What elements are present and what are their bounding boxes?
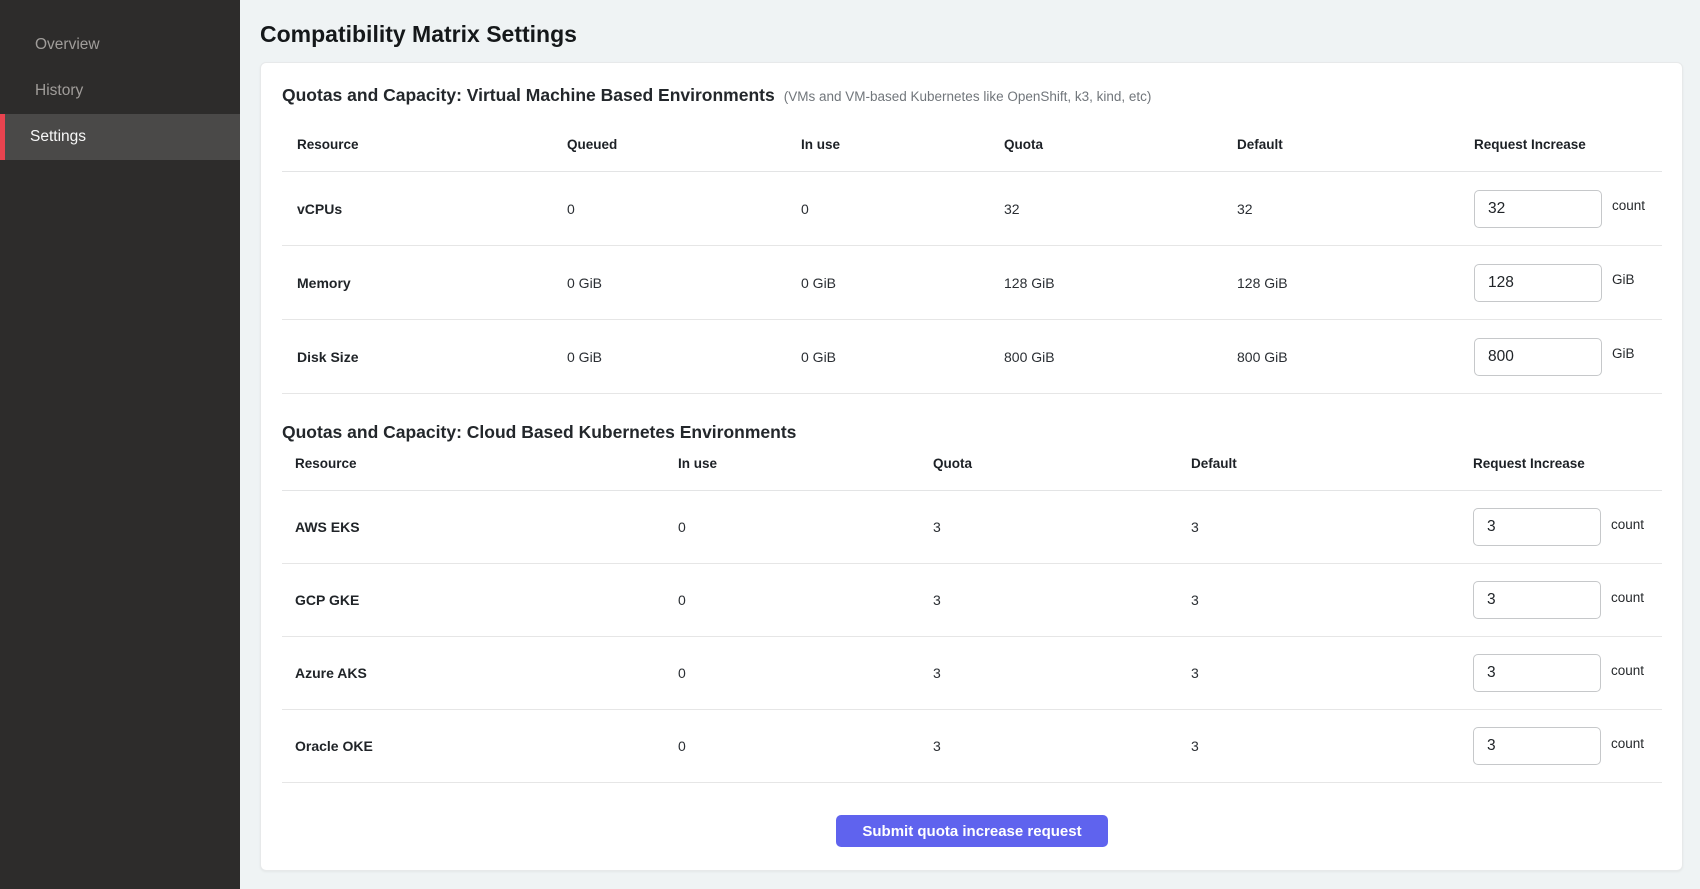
default-value: 3 (1191, 592, 1473, 608)
cloud-col-request-increase: Request Increase (1473, 456, 1662, 471)
sidebar-nav: Overview History Settings (0, 22, 240, 160)
quotas-card: Quotas and Capacity: Virtual Machine Bas… (260, 62, 1683, 871)
vm-col-queued: Queued (567, 137, 801, 152)
queued-value: 0 (567, 201, 801, 217)
cloud-table-header: Resource In use Quota Default Request In… (282, 444, 1662, 491)
request-increase-input[interactable] (1473, 654, 1601, 692)
resource-label: Disk Size (297, 349, 567, 365)
request-increase-cell: count (1474, 190, 1662, 228)
submit-row: Submit quota increase request (282, 815, 1662, 847)
page-title: Compatibility Matrix Settings (260, 20, 1683, 48)
cloud-section-heading: Quotas and Capacity: Cloud Based Kuberne… (282, 420, 796, 444)
default-value: 800 GiB (1237, 349, 1474, 365)
cloud-section-header: Quotas and Capacity: Cloud Based Kuberne… (282, 420, 1662, 444)
vm-col-resource: Resource (297, 137, 567, 152)
table-row-aws-eks: AWS EKS 0 3 3 count (282, 491, 1662, 564)
sidebar-item-overview[interactable]: Overview (0, 22, 240, 68)
in-use-value: 0 (801, 201, 1004, 217)
unit-label: count (1611, 663, 1644, 678)
resource-label: Azure AKS (295, 665, 678, 681)
request-increase-cell: count (1473, 727, 1662, 765)
queued-value: 0 GiB (567, 275, 801, 291)
default-value: 32 (1237, 201, 1474, 217)
request-increase-input[interactable] (1473, 508, 1601, 546)
default-value: 3 (1191, 519, 1473, 535)
quota-value: 3 (933, 738, 1191, 754)
unit-label: GiB (1612, 346, 1635, 361)
request-increase-cell: count (1473, 508, 1662, 546)
request-increase-cell: GiB (1474, 264, 1662, 302)
request-increase-input[interactable] (1474, 264, 1602, 302)
unit-label: count (1611, 736, 1644, 751)
resource-label: Memory (297, 275, 567, 291)
sidebar: Overview History Settings (0, 0, 240, 889)
quota-value: 3 (933, 592, 1191, 608)
resource-label: GCP GKE (295, 592, 678, 608)
quota-value: 32 (1004, 201, 1237, 217)
vm-table-header: Resource Queued In use Quota Default Req… (282, 107, 1662, 172)
sidebar-item-history[interactable]: History (0, 68, 240, 114)
sidebar-item-settings[interactable]: Settings (0, 114, 240, 160)
resource-label: Oracle OKE (295, 738, 678, 754)
vm-section-heading: Quotas and Capacity: Virtual Machine Bas… (282, 83, 775, 107)
request-increase-cell: count (1473, 581, 1662, 619)
cloud-col-default: Default (1191, 456, 1473, 471)
in-use-value: 0 (678, 738, 933, 754)
table-row-memory: Memory 0 GiB 0 GiB 128 GiB 128 GiB GiB (282, 246, 1662, 320)
default-value: 3 (1191, 665, 1473, 681)
table-row-vcpus: vCPUs 0 0 32 32 count (282, 172, 1662, 246)
table-row-azure-aks: Azure AKS 0 3 3 count (282, 637, 1662, 710)
in-use-value: 0 GiB (801, 349, 1004, 365)
table-row-gcp-gke: GCP GKE 0 3 3 count (282, 564, 1662, 637)
main-content: Compatibility Matrix Settings Quotas and… (240, 0, 1700, 889)
resource-label: AWS EKS (295, 519, 678, 535)
in-use-value: 0 GiB (801, 275, 1004, 291)
table-row-disk-size: Disk Size 0 GiB 0 GiB 800 GiB 800 GiB Gi… (282, 320, 1662, 394)
unit-label: count (1611, 590, 1644, 605)
quota-value: 800 GiB (1004, 349, 1237, 365)
request-increase-cell: GiB (1474, 338, 1662, 376)
vm-col-request-increase: Request Increase (1474, 137, 1662, 152)
default-value: 128 GiB (1237, 275, 1474, 291)
vm-col-in-use: In use (801, 137, 1004, 152)
vm-col-default: Default (1237, 137, 1474, 152)
quota-value: 3 (933, 665, 1191, 681)
vm-section-note: (VMs and VM-based Kubernetes like OpenSh… (784, 89, 1152, 104)
request-increase-input[interactable] (1474, 338, 1602, 376)
request-increase-input[interactable] (1473, 727, 1601, 765)
vm-section-header: Quotas and Capacity: Virtual Machine Bas… (282, 83, 1662, 107)
cloud-col-resource: Resource (295, 456, 678, 471)
queued-value: 0 GiB (567, 349, 801, 365)
quota-value: 3 (933, 519, 1191, 535)
unit-label: count (1612, 198, 1645, 213)
request-increase-cell: count (1473, 654, 1662, 692)
quota-value: 128 GiB (1004, 275, 1237, 291)
unit-label: GiB (1612, 272, 1635, 287)
app-window: Overview History Settings Compatibility … (0, 0, 1700, 889)
cloud-col-in-use: In use (678, 456, 933, 471)
resource-label: vCPUs (297, 201, 567, 217)
default-value: 3 (1191, 738, 1473, 754)
cloud-col-quota: Quota (933, 456, 1191, 471)
in-use-value: 0 (678, 665, 933, 681)
request-increase-input[interactable] (1473, 581, 1601, 619)
submit-quota-increase-button[interactable]: Submit quota increase request (836, 815, 1107, 847)
request-increase-input[interactable] (1474, 190, 1602, 228)
table-row-oracle-oke: Oracle OKE 0 3 3 count (282, 710, 1662, 783)
unit-label: count (1611, 517, 1644, 532)
in-use-value: 0 (678, 592, 933, 608)
in-use-value: 0 (678, 519, 933, 535)
vm-col-quota: Quota (1004, 137, 1237, 152)
